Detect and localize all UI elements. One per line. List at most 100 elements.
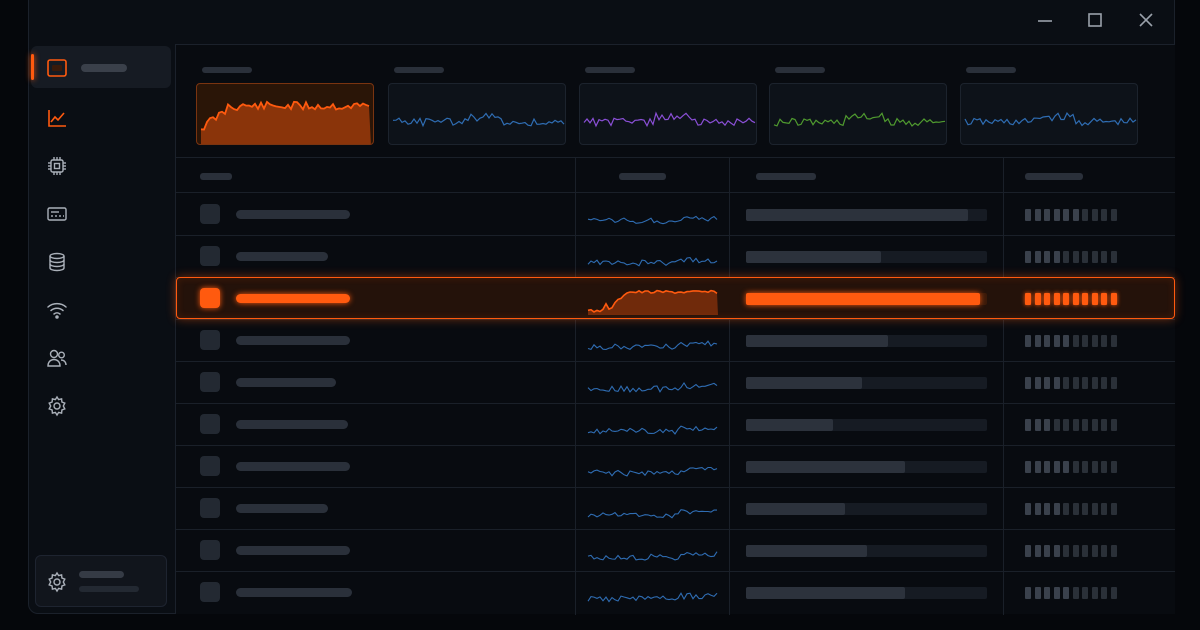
row-name-placeholder bbox=[236, 210, 350, 219]
status-segment bbox=[1082, 503, 1088, 515]
status-segment bbox=[1072, 293, 1079, 305]
table-row[interactable] bbox=[176, 403, 1175, 445]
sparkline-line bbox=[773, 112, 946, 127]
row-checkbox[interactable] bbox=[200, 582, 220, 602]
row-name-placeholder bbox=[236, 252, 328, 261]
sidebar-item-dashboard[interactable] bbox=[31, 46, 171, 88]
status-segment bbox=[1034, 503, 1041, 515]
table-row[interactable] bbox=[176, 571, 1175, 613]
row-sparkline bbox=[587, 592, 718, 603]
status-segment bbox=[1063, 419, 1069, 431]
status-segment bbox=[1044, 209, 1050, 221]
status-segment bbox=[1025, 461, 1031, 473]
column-header-trend[interactable] bbox=[619, 173, 666, 180]
sidebar-item-settings[interactable] bbox=[31, 384, 171, 426]
metric-card[interactable] bbox=[769, 83, 947, 145]
sparkline-line bbox=[587, 382, 718, 393]
status-segment bbox=[1091, 377, 1098, 389]
column-header-status[interactable] bbox=[1025, 173, 1083, 180]
metric-sparkline bbox=[964, 111, 1137, 127]
row-checkbox[interactable] bbox=[200, 498, 220, 518]
table-row[interactable] bbox=[176, 445, 1175, 487]
metric-sparkline bbox=[773, 112, 946, 127]
status-segment bbox=[1110, 461, 1117, 473]
sidebar-item-users[interactable] bbox=[31, 336, 171, 378]
sidebar-item-database[interactable] bbox=[31, 240, 171, 282]
metric-label-placeholder bbox=[585, 67, 635, 73]
metric-card[interactable] bbox=[579, 83, 757, 145]
row-name-placeholder bbox=[236, 378, 336, 387]
status-segment bbox=[1053, 293, 1060, 305]
row-checkbox[interactable] bbox=[200, 540, 220, 560]
status-segment bbox=[1063, 293, 1069, 305]
status-segment bbox=[1110, 377, 1117, 389]
status-segment bbox=[1053, 419, 1060, 431]
metric-card[interactable] bbox=[388, 83, 566, 145]
row-checkbox[interactable] bbox=[200, 414, 220, 434]
row-checkbox[interactable] bbox=[200, 372, 220, 392]
row-checkbox[interactable] bbox=[200, 246, 220, 266]
user-profile-card[interactable] bbox=[35, 555, 167, 607]
status-segment bbox=[1072, 209, 1079, 221]
memory-card-icon bbox=[47, 207, 67, 221]
status-segment bbox=[1063, 335, 1069, 347]
row-checkbox[interactable] bbox=[200, 456, 220, 476]
status-segment bbox=[1034, 293, 1041, 305]
table-row[interactable] bbox=[176, 193, 1175, 235]
row-sparkline bbox=[587, 425, 718, 435]
metric-card[interactable] bbox=[196, 83, 374, 145]
table-row[interactable] bbox=[176, 487, 1175, 529]
row-sparkline bbox=[587, 551, 718, 561]
status-segment bbox=[1082, 545, 1088, 557]
gear-icon bbox=[48, 571, 66, 593]
table-row[interactable] bbox=[176, 277, 1175, 319]
status-segment bbox=[1072, 251, 1079, 263]
row-checkbox[interactable] bbox=[200, 288, 220, 308]
sparkline-line bbox=[587, 466, 718, 477]
row-checkbox[interactable] bbox=[200, 204, 220, 224]
metric-card[interactable] bbox=[960, 83, 1138, 145]
sidebar-item-network[interactable] bbox=[31, 288, 171, 330]
close-icon[interactable] bbox=[1133, 8, 1159, 32]
status-segment bbox=[1044, 251, 1050, 263]
sidebar-item-cpu[interactable] bbox=[31, 144, 171, 186]
maximize-icon[interactable] bbox=[1082, 8, 1108, 32]
status-segment bbox=[1034, 461, 1041, 473]
status-segment bbox=[1091, 419, 1098, 431]
status-segment bbox=[1034, 335, 1041, 347]
sidebar bbox=[29, 44, 174, 614]
status-segment bbox=[1044, 587, 1050, 599]
status-segment bbox=[1025, 419, 1031, 431]
minimize-icon[interactable] bbox=[1032, 8, 1058, 32]
sidebar-item-charts[interactable] bbox=[31, 96, 171, 138]
status-segment bbox=[1091, 461, 1098, 473]
status-segment bbox=[1072, 503, 1079, 515]
row-checkbox[interactable] bbox=[200, 330, 220, 350]
usage-bar-fill bbox=[746, 377, 862, 389]
metric-sparkline bbox=[583, 111, 756, 128]
table-row[interactable] bbox=[176, 235, 1175, 277]
column-header-usage[interactable] bbox=[756, 173, 816, 180]
sparkline-line bbox=[587, 592, 718, 603]
status-segment bbox=[1101, 335, 1107, 347]
status-segment bbox=[1101, 251, 1107, 263]
status-segment bbox=[1101, 545, 1107, 557]
status-segment bbox=[1034, 587, 1041, 599]
status-segment bbox=[1025, 545, 1031, 557]
status-segment bbox=[1053, 335, 1060, 347]
status-segment bbox=[1063, 587, 1069, 599]
row-name-placeholder bbox=[236, 336, 350, 345]
table-row[interactable] bbox=[176, 319, 1175, 361]
status-segment bbox=[1101, 293, 1107, 305]
users-icon bbox=[47, 349, 67, 367]
metric-label-placeholder bbox=[394, 67, 444, 73]
status-segment bbox=[1053, 545, 1060, 557]
divider bbox=[176, 157, 1175, 158]
status-segment bbox=[1063, 377, 1069, 389]
sidebar-item-memory[interactable] bbox=[31, 192, 171, 234]
status-segment bbox=[1044, 461, 1050, 473]
cpu-chip-icon bbox=[48, 157, 66, 175]
table-row[interactable] bbox=[176, 361, 1175, 403]
table-row[interactable] bbox=[176, 529, 1175, 571]
column-header-name[interactable] bbox=[200, 173, 232, 180]
